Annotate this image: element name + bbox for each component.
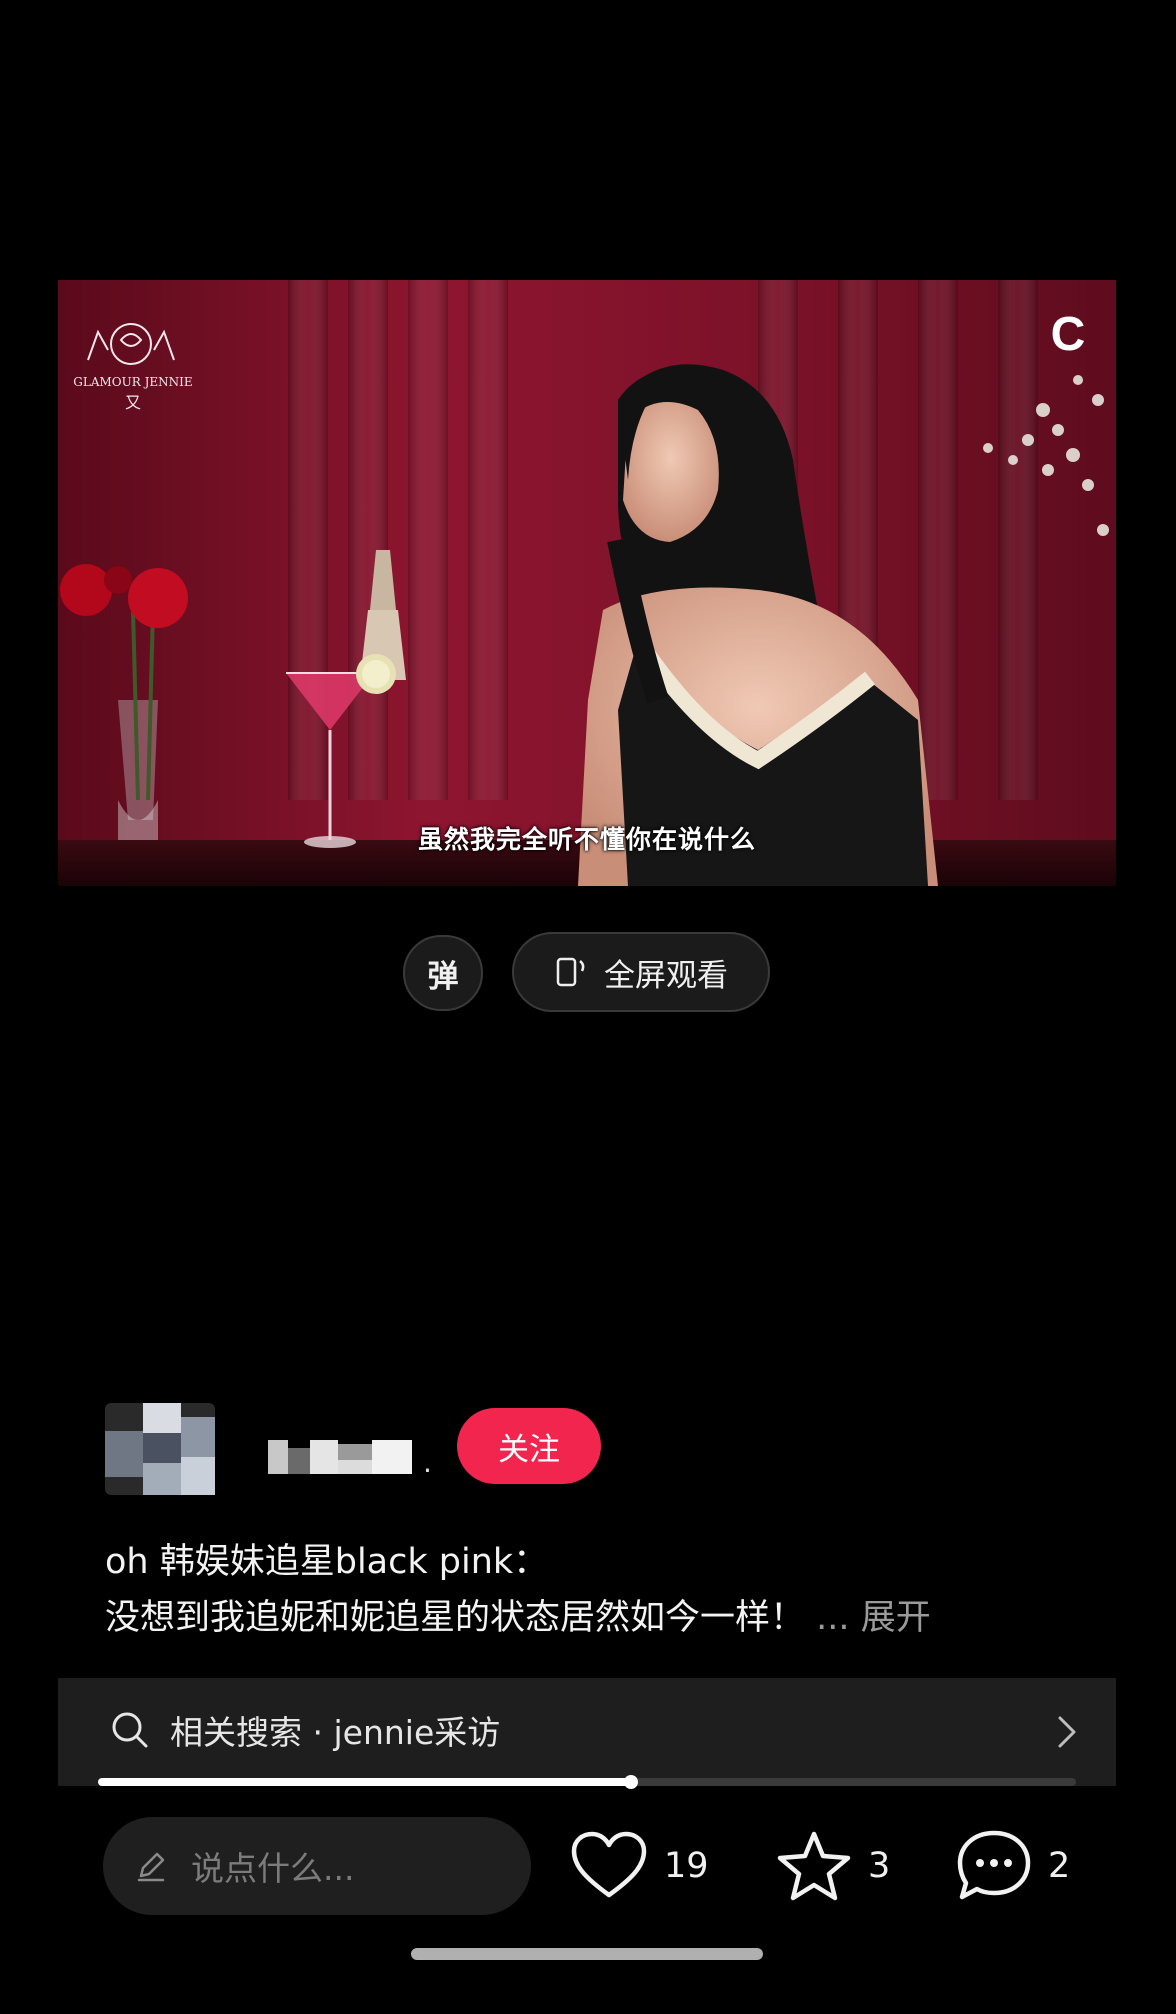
rotate-phone-icon: [556, 957, 585, 987]
chevron-right-icon: [1058, 1716, 1076, 1748]
username-blurred[interactable]: [268, 1440, 413, 1474]
avatar[interactable]: [105, 1403, 215, 1495]
heart-icon: [571, 1831, 647, 1898]
follow-button[interactable]: 关注: [457, 1408, 601, 1484]
progress-fill: [98, 1778, 631, 1786]
danmaku-icon: 弹: [427, 958, 459, 995]
video-progress-bar[interactable]: [98, 1775, 1076, 1789]
search-icon: [112, 1712, 148, 1748]
caption-ellipsis: ...: [816, 1598, 850, 1638]
fullscreen-button[interactable]: 全屏观看: [512, 932, 770, 1012]
star-icon: [777, 1831, 851, 1901]
expand-link[interactable]: 展开: [861, 1598, 931, 1638]
channel-badge: C: [1051, 308, 1086, 361]
related-search-bar[interactable]: 相关搜索 · jennie采访: [58, 1678, 1116, 1786]
like-count: 19: [664, 1846, 709, 1886]
pencil-icon: [137, 1852, 165, 1882]
progress-thumb[interactable]: [624, 1775, 638, 1789]
video-player[interactable]: GLAMOUR JENNIE 又 C 虽然我完全听不懂你在说什么: [58, 280, 1116, 886]
favorite-count: 3: [868, 1846, 891, 1886]
related-search-label: 相关搜索 · jennie采访: [170, 1713, 501, 1752]
name-separator: .: [423, 1446, 432, 1479]
post-caption: oh 韩娱妹追星black pink： 没想到我追妮和妮追星的状态居然如今一样！…: [105, 1534, 1105, 1646]
speech-bubble-icon: [957, 1830, 1031, 1900]
comment-count: 2: [1048, 1846, 1071, 1886]
comment-placeholder: 说点什么...: [191, 1849, 355, 1888]
brand-name: GLAMOUR JENNIE: [73, 375, 192, 389]
caption-line-2: 没想到我追妮和妮追星的状态居然如今一样！ ... 展开: [105, 1590, 1105, 1646]
favorite-button[interactable]: 3: [776, 1826, 890, 1906]
danmaku-toggle-button[interactable]: 弹: [403, 935, 483, 1011]
video-subtitle: 虽然我完全听不懂你在说什么: [417, 825, 756, 854]
caption-line-2-text: 没想到我追妮和妮追星的状态居然如今一样！: [105, 1598, 806, 1638]
comment-button[interactable]: 2: [956, 1826, 1070, 1906]
video-frame: GLAMOUR JENNIE 又 C: [58, 280, 1116, 886]
caption-line-1: oh 韩娱妹追星black pink：: [105, 1542, 549, 1582]
fullscreen-label: 全屏观看: [604, 957, 728, 994]
brand-mark: 又: [125, 393, 141, 412]
home-indicator[interactable]: [411, 1948, 763, 1960]
like-button[interactable]: 19: [570, 1826, 709, 1906]
comment-input[interactable]: 说点什么...: [103, 1817, 531, 1915]
